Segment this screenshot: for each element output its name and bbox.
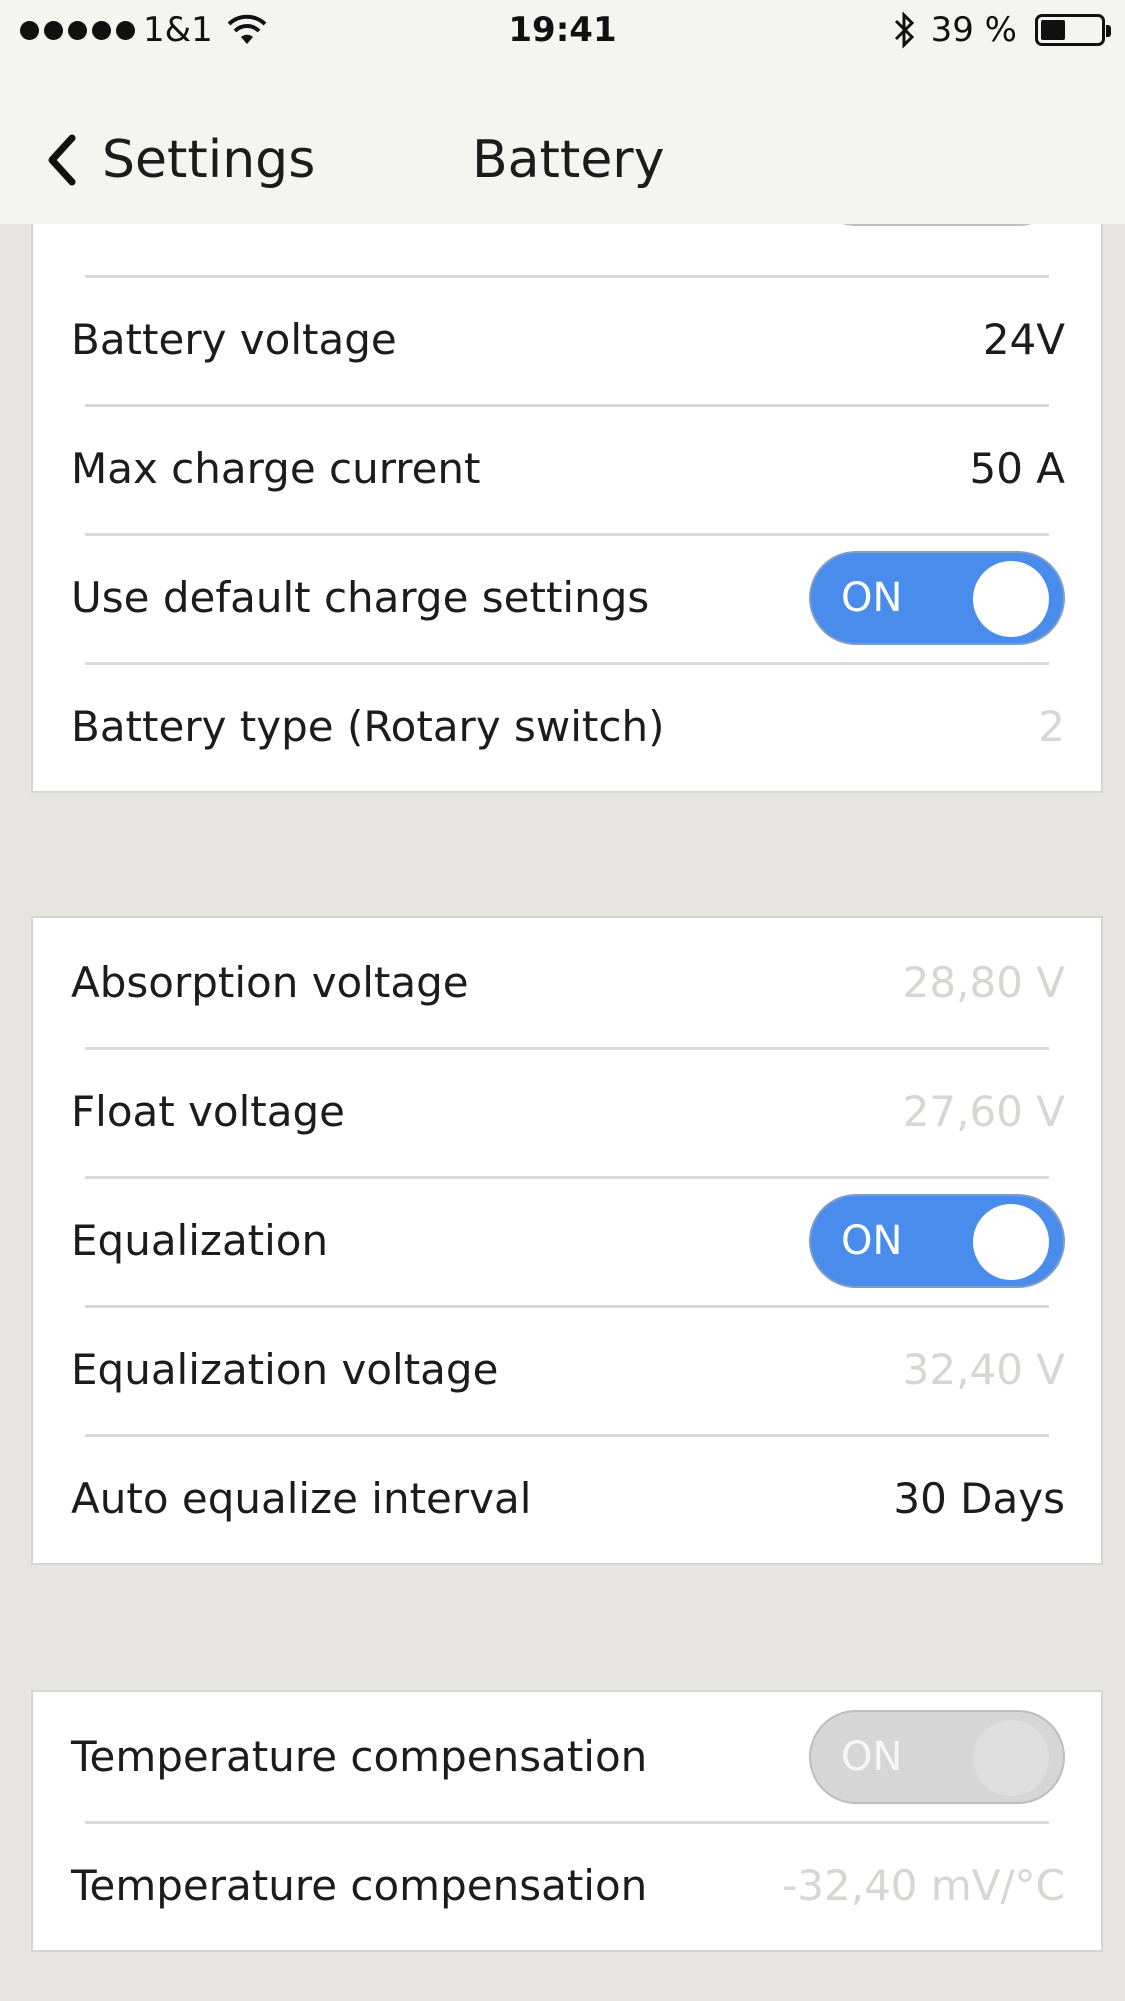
row-value: 30 Days xyxy=(893,1474,1065,1523)
chevron-left-icon xyxy=(48,134,76,186)
row-label: Max charge current xyxy=(71,444,481,493)
row-value: 50 A xyxy=(969,444,1065,493)
row-label: Equalization voltage xyxy=(71,1345,499,1394)
row-label: Temperature compensation xyxy=(71,1732,648,1781)
battery-settings-screen: 1&1 19:41 39 % Settings Battery Battery … xyxy=(0,0,1125,2001)
toggle-label: ON xyxy=(841,1733,903,1780)
row-value: 32,40 V xyxy=(902,1345,1065,1394)
toggle-label: ON xyxy=(841,1217,903,1264)
row-label: Equalization xyxy=(71,1216,329,1265)
battery-fill xyxy=(1041,20,1065,40)
charge-voltage-group: Absorption voltage 28,80 V Float voltage… xyxy=(31,916,1103,1565)
status-right: 39 % xyxy=(893,10,1111,50)
list-item-float-voltage: Float voltage 27,60 V xyxy=(33,1047,1101,1176)
row-label: Use default charge settings xyxy=(71,573,650,622)
list-item-absorption-voltage: Absorption voltage 28,80 V xyxy=(33,918,1101,1047)
row-label: Battery type (Rotary switch) xyxy=(71,702,665,751)
navigation-bar: Settings Battery xyxy=(0,100,1125,224)
toggle-knob xyxy=(973,1719,1049,1796)
toggle-knob xyxy=(973,560,1049,637)
list-item-temperature-compensation-toggle: Temperature compensation ON xyxy=(33,1692,1101,1821)
bluetooth-icon xyxy=(894,11,914,49)
list-item-temperature-compensation-value: Temperature compensation -32,40 mV/°C xyxy=(33,1821,1101,1950)
page-title: Battery xyxy=(472,130,665,190)
row-label: Battery voltage xyxy=(71,315,397,364)
row-label: Absorption voltage xyxy=(71,958,469,1007)
toggle-label: ON xyxy=(841,574,903,621)
battery-settings-group: Battery voltage 24V Max charge current 5… xyxy=(31,132,1103,793)
row-value: -32,40 mV/°C xyxy=(782,1861,1065,1910)
row-label: Auto equalize interval xyxy=(71,1474,532,1523)
row-label: Float voltage xyxy=(71,1087,346,1136)
row-label: Temperature compensation xyxy=(71,1861,648,1910)
back-button[interactable]: Settings xyxy=(44,130,315,190)
list-item-auto-equalize-interval[interactable]: Auto equalize interval 30 Days xyxy=(33,1434,1101,1563)
list-item-default-charge-settings: Use default charge settings ON xyxy=(33,533,1101,662)
equalization-toggle[interactable]: ON xyxy=(809,1193,1065,1288)
default-charge-settings-toggle[interactable]: ON xyxy=(809,550,1065,645)
list-item-max-charge-current[interactable]: Max charge current 50 A xyxy=(33,404,1101,533)
back-label: Settings xyxy=(102,130,316,190)
row-value: 28,80 V xyxy=(902,958,1065,1007)
temperature-group: Temperature compensation ON Temperature … xyxy=(31,1690,1103,1952)
row-value: 2 xyxy=(1038,702,1065,751)
battery-icon xyxy=(1035,14,1111,46)
list-item-battery-type: Battery type (Rotary switch) 2 xyxy=(33,662,1101,791)
toggle-knob xyxy=(973,1203,1049,1280)
status-bar: 1&1 19:41 39 % xyxy=(0,0,1125,62)
row-value: 27,60 V xyxy=(902,1087,1065,1136)
row-value: 24V xyxy=(982,315,1065,364)
temperature-compensation-toggle[interactable]: ON xyxy=(809,1709,1065,1804)
header: 1&1 19:41 39 % Settings Battery xyxy=(0,0,1125,224)
list-item-battery-voltage[interactable]: Battery voltage 24V xyxy=(33,275,1101,404)
list-item-equalization: Equalization ON xyxy=(33,1176,1101,1305)
list-item-equalization-voltage: Equalization voltage 32,40 V xyxy=(33,1305,1101,1434)
battery-percent: 39 % xyxy=(930,10,1017,50)
